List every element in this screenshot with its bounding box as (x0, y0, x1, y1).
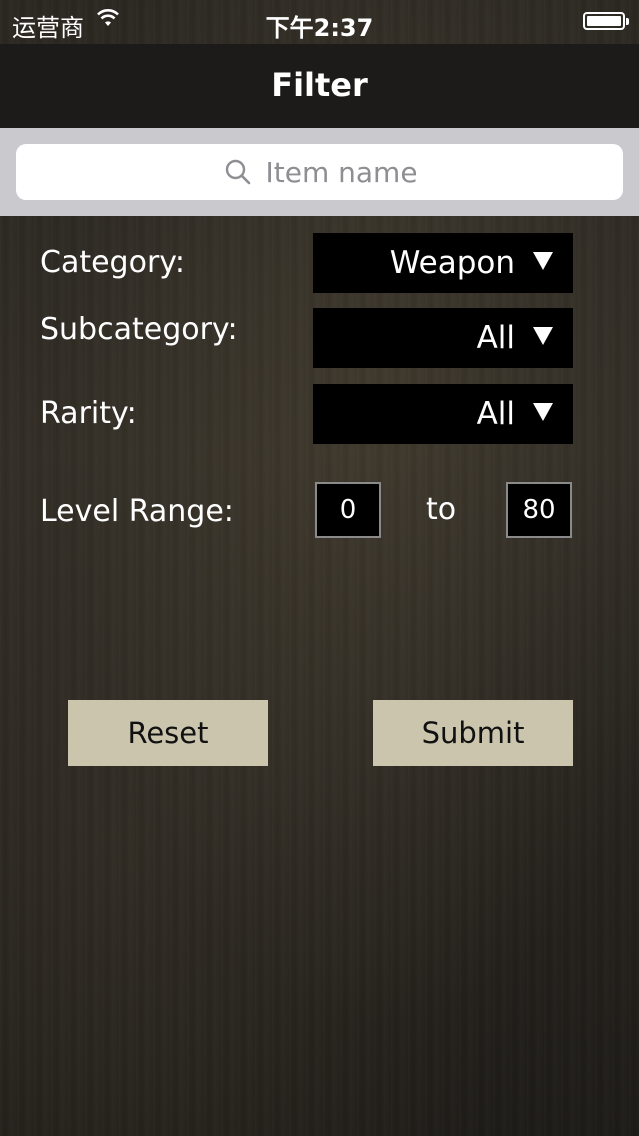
level-to-label: to (426, 492, 457, 527)
status-bar: 运营商 下午2:37 (0, 0, 639, 44)
category-label: Category: (40, 245, 185, 280)
submit-button[interactable]: Submit (373, 700, 573, 766)
subcategory-dropdown[interactable]: All (313, 308, 573, 368)
search-bar (0, 128, 639, 216)
subcategory-value: All (476, 320, 515, 356)
category-dropdown[interactable]: Weapon (313, 233, 573, 293)
rarity-label: Rarity: (40, 396, 137, 431)
status-time: 下午2:37 (265, 14, 374, 42)
search-input[interactable] (265, 155, 416, 189)
battery-icon (583, 12, 629, 30)
page-title: Filter (271, 66, 368, 104)
level-range-label: Level Range: (40, 494, 234, 529)
rarity-dropdown[interactable]: All (313, 384, 573, 444)
search-field[interactable] (16, 144, 623, 200)
rarity-value: All (476, 396, 515, 432)
level-max-input[interactable]: 80 (506, 482, 572, 538)
dropdown-arrow-icon (533, 327, 553, 345)
dropdown-arrow-icon (533, 252, 553, 270)
search-icon (225, 159, 250, 185)
category-value: Weapon (389, 245, 515, 281)
dropdown-arrow-icon (533, 403, 553, 421)
subcategory-label: Subcategory: (40, 312, 238, 347)
reset-button[interactable]: Reset (68, 700, 268, 766)
navigation-bar: Filter (0, 44, 639, 128)
battery-fill (587, 16, 621, 26)
level-min-input[interactable]: 0 (315, 482, 381, 538)
